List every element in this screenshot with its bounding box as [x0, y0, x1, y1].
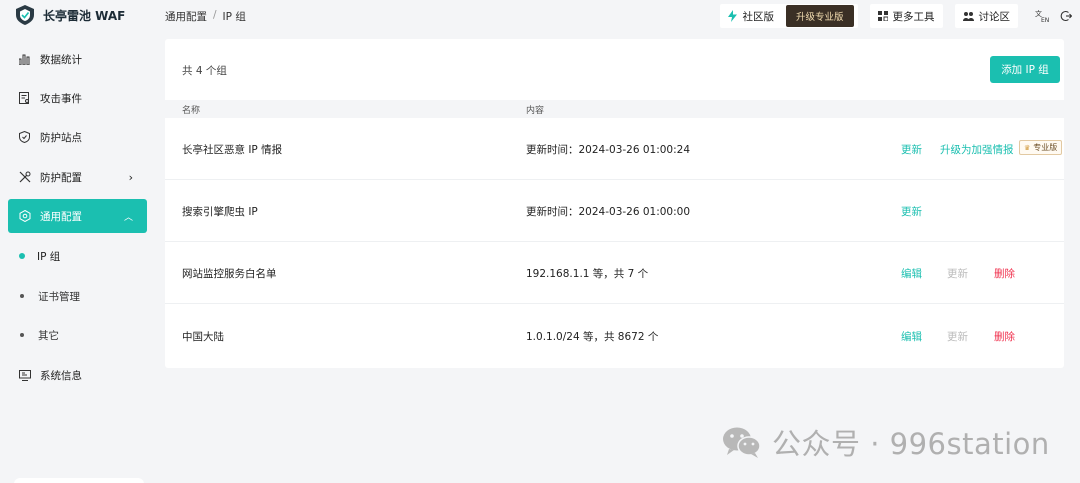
hexagon-gear-icon	[18, 210, 31, 223]
row-content: 更新时间：2024-03-26 01:00:24	[526, 144, 691, 156]
sidebar-subitem-ip-group[interactable]: IP 组	[19, 245, 61, 267]
pro-edition-badge: ♛ 专业版	[1019, 140, 1063, 155]
sidebar-item-label: 数据统计	[40, 53, 82, 66]
watermark-text: 公众号 · 996station	[772, 427, 1050, 461]
panel-header: 共 4 个组 添加 IP 组	[165, 39, 1064, 100]
edit-button[interactable]: 编辑	[901, 266, 922, 281]
wechat-icon	[723, 427, 761, 458]
app-title: 长亭雷池 WAF	[43, 8, 126, 23]
more-tools-button[interactable]: 更多工具	[869, 4, 943, 28]
update-button-disabled: 更新	[947, 268, 968, 280]
lightning-icon	[728, 10, 738, 22]
chevron-right-icon: ›	[128, 170, 133, 184]
column-header-name: 名称	[182, 106, 201, 116]
monitor-icon	[18, 369, 31, 382]
sidebar-subitem-certificates[interactable]: 证书管理	[20, 285, 80, 307]
row-content: 192.168.1.1 等，共 7 个	[526, 268, 649, 280]
svg-text:EN: EN	[1041, 17, 1049, 23]
sidebar-item-stats[interactable]: 数据统计	[8, 42, 147, 76]
group-count: 共 4 个组	[182, 65, 227, 77]
sidebar-subitem-label: 其它	[38, 329, 59, 342]
bullet-icon	[20, 294, 24, 298]
watermark: 公众号 · 996station	[722, 421, 1050, 463]
forum-label: 讨论区	[978, 10, 1011, 23]
table-row: 搜索引擎爬虫 IP 更新时间：2024-03-26 01:00:00 更新	[165, 180, 1064, 242]
sidebar: 长亭雷池 WAF 数据统计 攻击事件 防护站点 防护配置 › 通用配置 ︿ IP…	[0, 0, 155, 483]
breadcrumb: 通用配置 / IP 组	[165, 9, 246, 24]
sidebar-item-label: 通用配置	[40, 210, 82, 223]
row-name: 长亭社区恶意 IP 情报	[182, 144, 283, 156]
language-toggle-icon[interactable]: 文 EN	[1030, 4, 1054, 28]
breadcrumb-separator: /	[213, 9, 217, 21]
bar-chart-icon	[18, 53, 31, 66]
tools-icon	[18, 171, 31, 184]
update-button-disabled: 更新	[947, 331, 968, 343]
sidebar-item-protection-config[interactable]: 防护配置 ›	[8, 160, 147, 194]
upgrade-pro-label: 升级专业版	[795, 12, 844, 23]
edit-button[interactable]: 编辑	[901, 329, 922, 344]
sidebar-subitem-other[interactable]: 其它	[20, 324, 59, 346]
sidebar-item-label: 防护配置	[40, 171, 82, 184]
forum-button[interactable]: 讨论区	[954, 4, 1018, 28]
chevron-up-icon: ︿	[123, 212, 133, 223]
row-name: 搜索引擎爬虫 IP	[182, 206, 258, 218]
top-toolbar: 社区版 升级专业版 更多工具 讨论区 文 EN	[720, 4, 1080, 28]
table-row: 网站监控服务白名单 192.168.1.1 等，共 7 个 编辑 更新 删除	[165, 242, 1064, 304]
sidebar-item-attacks[interactable]: 攻击事件	[8, 81, 147, 115]
document-icon	[18, 92, 31, 105]
active-dot-icon	[19, 253, 25, 259]
sidebar-item-sites[interactable]: 防护站点	[8, 120, 147, 154]
table-row: 中国大陆 1.0.1.0/24 等，共 8672 个 编辑 更新 删除	[165, 305, 1064, 367]
sidebar-item-label: 系统信息	[40, 369, 82, 382]
community-edition-button[interactable]: 社区版 升级专业版	[720, 4, 858, 28]
sidebar-item-label: 防护站点	[40, 131, 82, 144]
users-icon	[962, 12, 974, 21]
ip-group-panel: 共 4 个组 添加 IP 组 名称 内容 长亭社区恶意 IP 情报 更新时间：2…	[165, 39, 1064, 368]
row-name: 网站监控服务白名单	[182, 268, 277, 280]
shield-logo-icon	[16, 5, 34, 25]
sidebar-subitem-label: IP 组	[37, 250, 61, 263]
crown-icon: ♛	[1024, 143, 1031, 152]
sidebar-footer	[14, 478, 144, 483]
sidebar-item-general-config[interactable]: 通用配置 ︿	[8, 199, 147, 233]
row-content: 更新时间：2024-03-26 01:00:00	[526, 206, 691, 218]
delete-button[interactable]: 删除	[994, 329, 1015, 344]
upgrade-intel-button[interactable]: 升级为加强情报	[940, 142, 1014, 157]
row-content: 1.0.1.0/24 等，共 8672 个	[526, 331, 659, 343]
logout-icon[interactable]	[1054, 4, 1078, 28]
more-tools-label: 更多工具	[892, 10, 935, 23]
breadcrumb-parent[interactable]: 通用配置	[165, 9, 207, 24]
shield-icon	[18, 131, 31, 144]
sidebar-item-label: 攻击事件	[40, 92, 82, 105]
column-header-content: 内容	[526, 106, 545, 116]
breadcrumb-current: IP 组	[222, 11, 246, 23]
sidebar-item-system-info[interactable]: 系统信息	[8, 358, 147, 392]
bullet-icon	[20, 333, 24, 337]
add-ip-group-button[interactable]: 添加 IP 组	[990, 56, 1060, 83]
update-button[interactable]: 更新	[901, 204, 922, 219]
delete-button[interactable]: 删除	[994, 266, 1015, 281]
table-row: 长亭社区恶意 IP 情报 更新时间：2024-03-26 01:00:24 更新…	[165, 118, 1064, 180]
table-header: 名称 内容	[165, 100, 1064, 118]
sidebar-subitem-label: 证书管理	[38, 290, 80, 303]
row-name: 中国大陆	[182, 331, 224, 343]
grid-icon	[877, 11, 888, 21]
update-button[interactable]: 更新	[901, 142, 922, 157]
app-logo[interactable]: 长亭雷池 WAF	[16, 4, 125, 26]
upgrade-pro-button[interactable]: 升级专业版	[785, 5, 854, 27]
pro-badge-label: 专业版	[1033, 143, 1058, 152]
community-edition-label: 社区版	[742, 10, 774, 23]
